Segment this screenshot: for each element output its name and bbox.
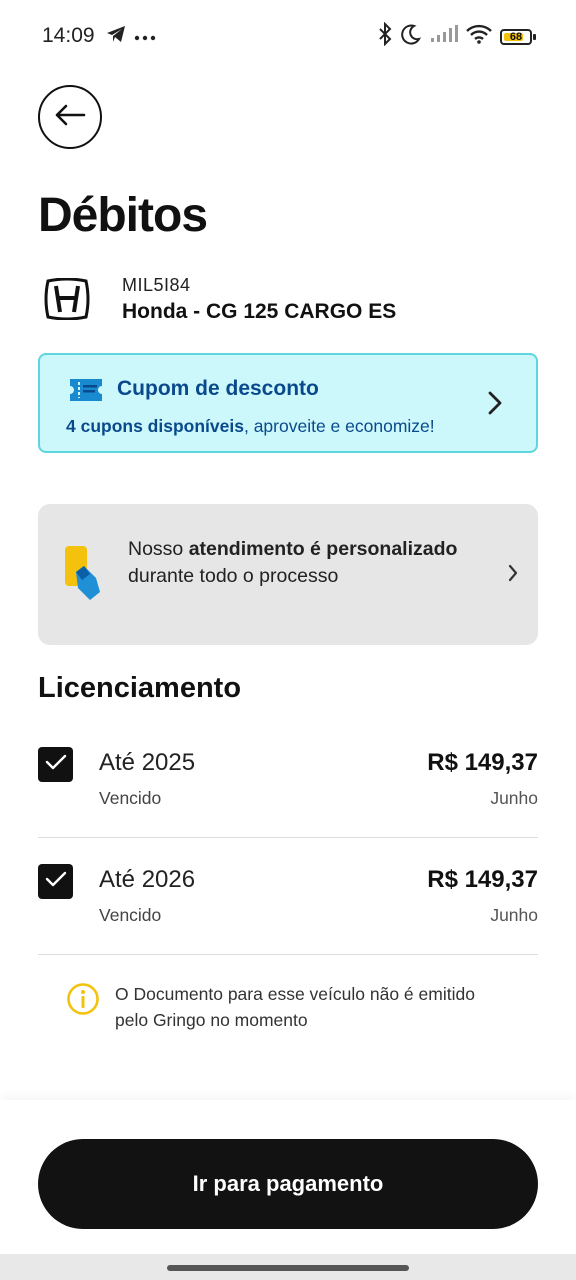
debt-checkbox[interactable]	[38, 747, 73, 782]
debt-month: Junho	[490, 788, 538, 808]
support-text: Nosso atendimento é personalizado durant…	[128, 536, 458, 589]
debt-status: Vencido	[99, 905, 162, 925]
battery-icon: 68	[500, 27, 536, 47]
page-title: Débitos	[38, 189, 208, 242]
coupon-count: 4 cupons disponíveis	[66, 416, 244, 436]
back-button[interactable]	[38, 85, 102, 149]
checkmark-icon	[45, 871, 67, 892]
more-dots-icon	[134, 28, 156, 46]
coupon-rest-text: , aproveite e economize!	[243, 416, 435, 436]
support-text-part-1: Nosso	[128, 538, 189, 560]
support-card[interactable]: Nosso atendimento é personalizado durant…	[38, 504, 538, 645]
battery-level: 68	[509, 30, 523, 43]
info-text: O Documento para esse veículo não é emit…	[115, 984, 475, 1030]
bluetooth-icon	[378, 21, 392, 51]
status-right-icons: 68	[378, 21, 536, 51]
honda-logo-icon	[40, 272, 94, 326]
status-time: 14:09	[42, 24, 95, 47]
debt-checkbox[interactable]	[38, 864, 73, 899]
debt-month: Junho	[490, 905, 538, 925]
debt-amount: R$ 149,37	[427, 866, 538, 893]
chevron-right-icon	[508, 564, 518, 587]
moon-icon	[400, 23, 422, 50]
coupon-subtitle: 4 cupons disponíveis, aproveite e econom…	[66, 416, 435, 437]
section-title: Licenciamento	[38, 672, 242, 704]
wifi-icon	[466, 24, 492, 49]
chevron-right-icon	[488, 391, 502, 420]
phone-hand-icon	[62, 544, 102, 607]
debt-status: Vencido	[99, 788, 162, 808]
coupon-card[interactable]: Cupom de desconto 4 cupons disponíveis, …	[38, 353, 538, 453]
debt-title: Até 2025	[99, 749, 196, 776]
telegram-icon	[106, 25, 126, 48]
pay-button[interactable]: Ir para pagamento	[38, 1139, 538, 1229]
home-indicator[interactable]	[167, 1265, 409, 1271]
support-text-bold: atendimento é personalizado	[188, 538, 458, 560]
status-left-icons	[106, 25, 156, 48]
info-icon	[66, 982, 100, 1021]
signal-icon	[430, 25, 458, 48]
ticket-icon	[68, 377, 104, 408]
vehicle-info: MIL5I84 Honda - CG 125 CARGO ES	[40, 272, 396, 326]
vehicle-plate: MIL5I84	[122, 274, 191, 295]
arrow-left-icon	[54, 103, 86, 132]
checkmark-icon	[45, 754, 67, 775]
vehicle-model: Honda - CG 125 CARGO ES	[122, 299, 397, 323]
debt-amount: R$ 149,37	[427, 749, 538, 776]
coupon-title: Cupom de desconto	[117, 377, 319, 400]
debt-title: Até 2026	[99, 866, 196, 893]
status-bar: 14:09 68	[0, 0, 576, 72]
debt-row[interactable]: Até 2025 Vencido R$ 149,37 Junho	[38, 721, 538, 838]
support-text-part-2: durante todo o processo	[128, 564, 339, 587]
debt-row[interactable]: Até 2026 Vencido R$ 149,37 Junho	[38, 838, 538, 955]
